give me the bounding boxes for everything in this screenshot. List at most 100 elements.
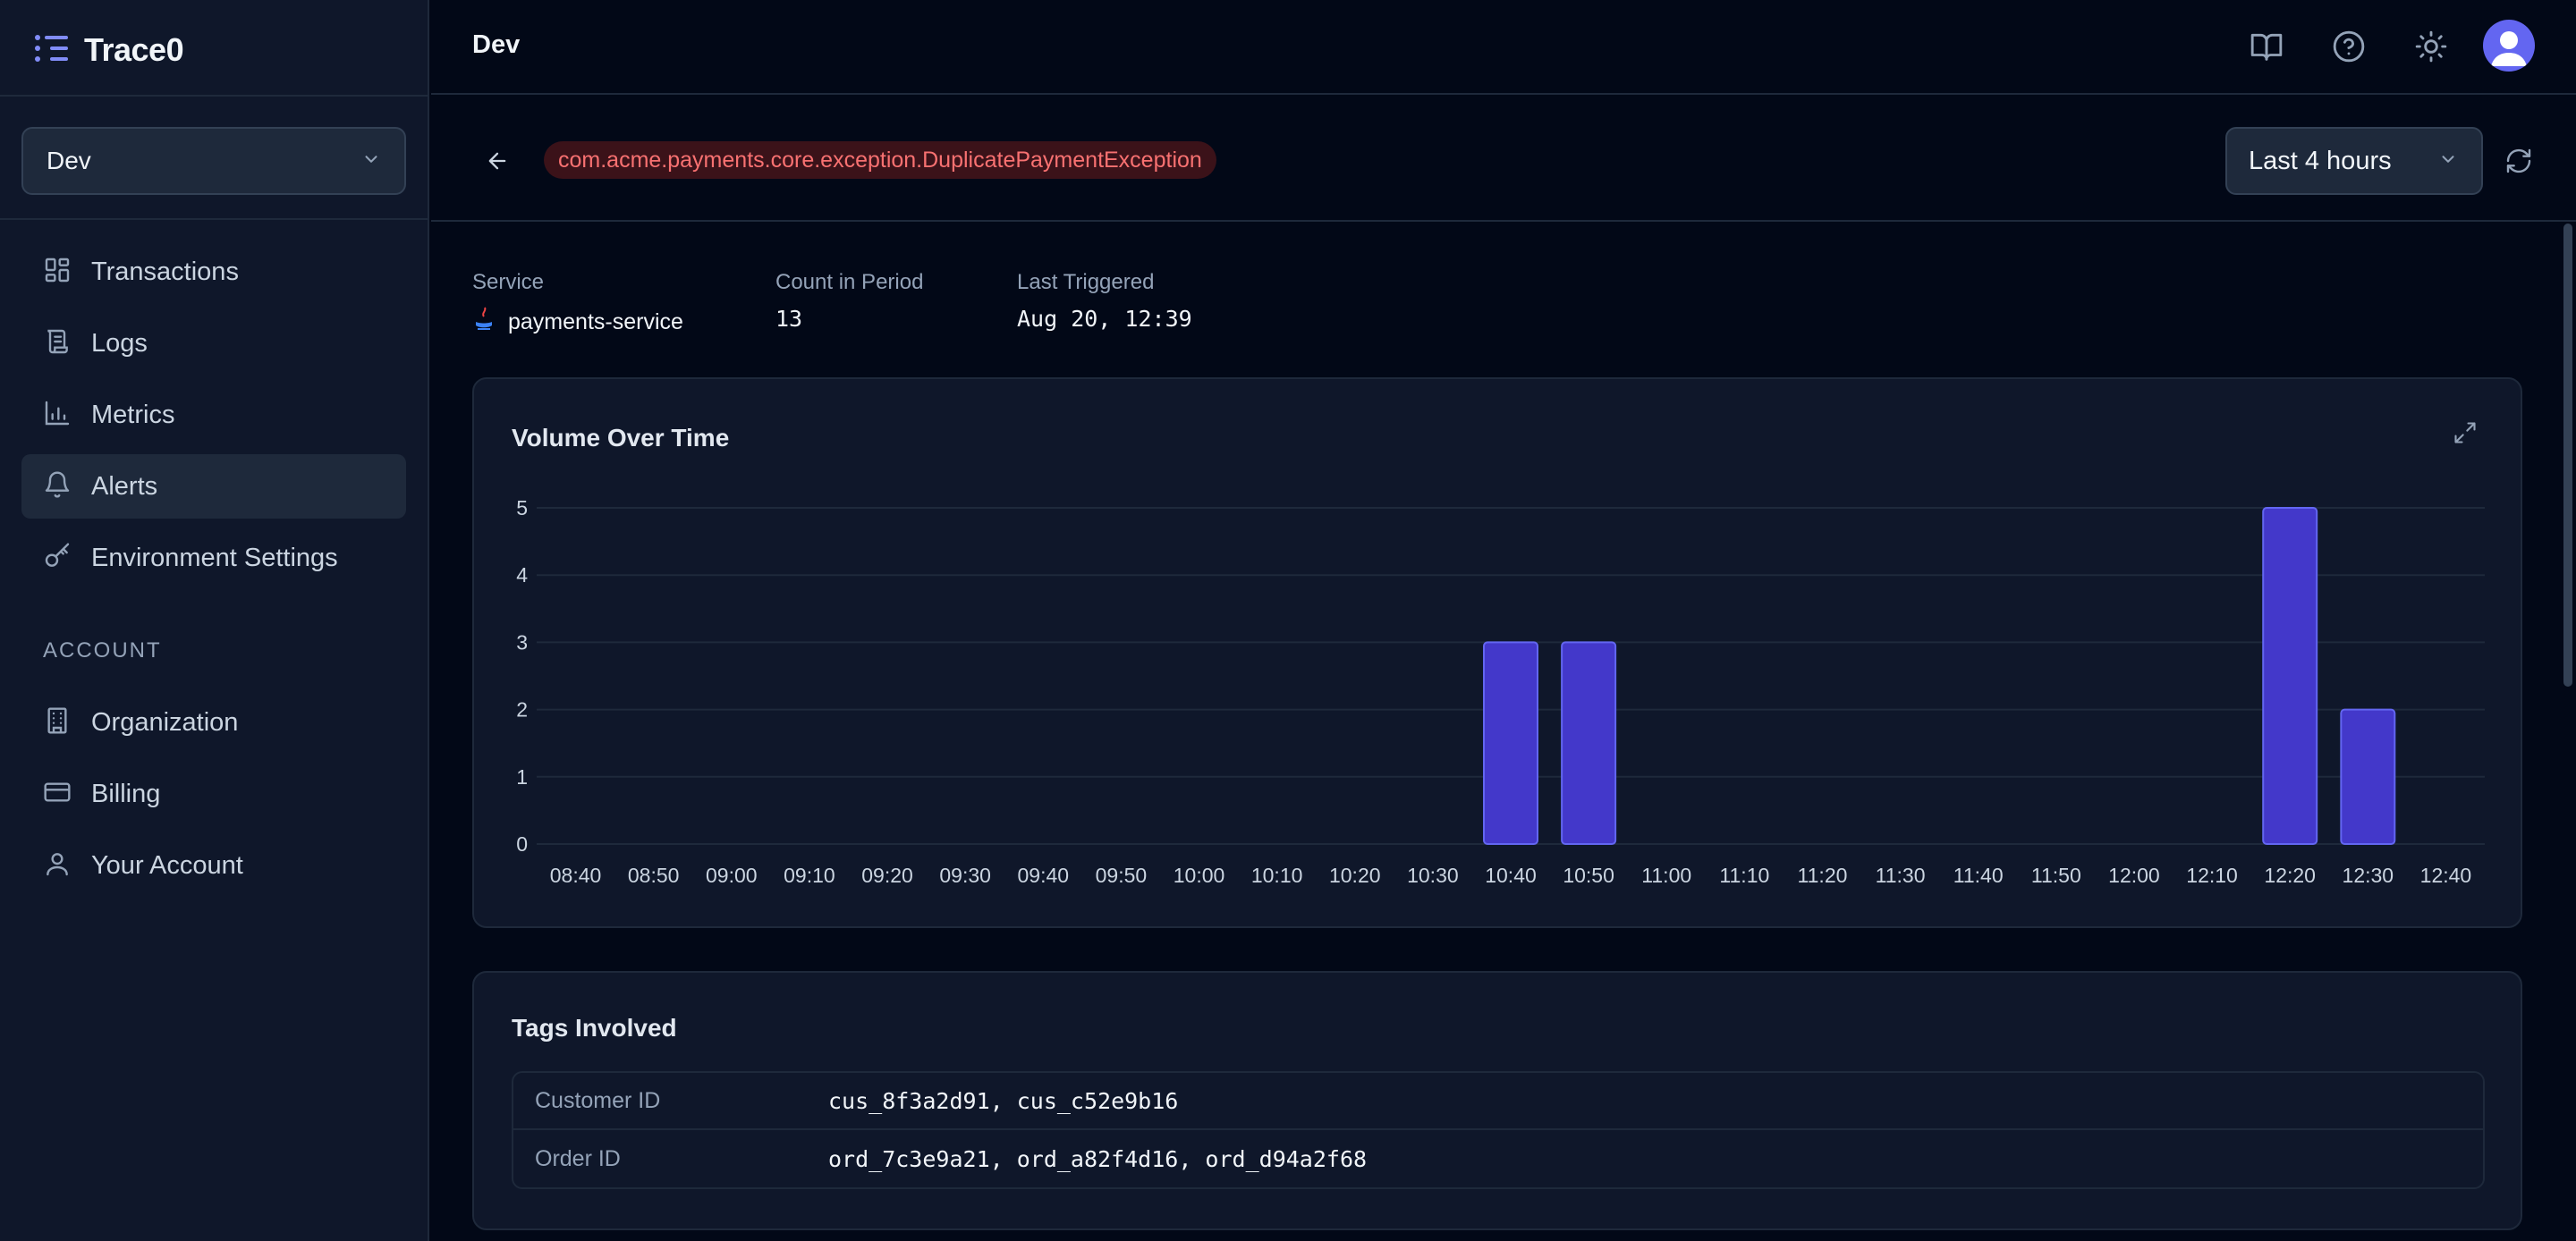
x-tick-label: 09:50 xyxy=(1096,864,1148,887)
credit-card-icon xyxy=(43,778,72,811)
x-tick-label: 09:30 xyxy=(939,864,991,887)
sidebar-item-transactions[interactable]: Transactions xyxy=(21,240,406,304)
divider xyxy=(0,95,429,97)
sidebar-item-label: Your Account xyxy=(91,850,243,880)
sidebar-item-alerts[interactable]: Alerts xyxy=(21,454,406,519)
service-label: Service xyxy=(472,270,545,294)
last-triggered-value: Aug 20, 12:39 xyxy=(1017,306,1192,332)
chart-bar[interactable] xyxy=(1483,641,1538,845)
back-arrow-icon[interactable] xyxy=(479,143,515,179)
brand[interactable]: Trace0 xyxy=(34,29,184,72)
tags-table: Customer ID cus_8f3a2d91, cus_c52e9b16 O… xyxy=(512,1071,2485,1189)
chevron-down-icon xyxy=(361,149,381,173)
sidebar-item-label: Organization xyxy=(91,707,239,737)
tags-card: Tags Involved Customer ID cus_8f3a2d91, … xyxy=(472,971,2522,1230)
sidebar-item-organization[interactable]: Organization xyxy=(21,690,406,755)
user-icon xyxy=(43,849,72,882)
table-row: Order ID ord_7c3e9a21, ord_a82f4d16, ord… xyxy=(513,1130,2483,1187)
x-tick-label: 10:20 xyxy=(1329,864,1381,887)
detail-toolbar: com.acme.payments.core.exception.Duplica… xyxy=(431,97,2576,222)
account-nav: Organization Billing Your Account xyxy=(21,690,406,905)
x-tick-label: 12:40 xyxy=(2420,864,2472,887)
x-tick-label: 12:10 xyxy=(2186,864,2238,887)
account-section-label: ACCOUNT xyxy=(43,638,162,663)
volume-chart-card: Volume Over Time 0 1 2 3 4 5 08:40 08:50 09:00 09… xyxy=(472,377,2522,928)
x-tick-label: 10:10 xyxy=(1251,864,1303,887)
chevron-down-icon xyxy=(2438,147,2458,176)
y-tick-label: 4 xyxy=(516,563,528,587)
avatar[interactable] xyxy=(2483,20,2535,72)
x-tick-label: 08:40 xyxy=(550,864,602,887)
tag-key: Order ID xyxy=(535,1145,621,1171)
last-triggered-field: Last Triggered Aug 20, 12:39 xyxy=(1017,270,1192,332)
tag-key: Customer ID xyxy=(535,1087,661,1113)
x-tick-label: 11:40 xyxy=(1953,864,2004,887)
x-tick-label: 11:50 xyxy=(2031,864,2081,887)
service-value: payments-service xyxy=(508,309,683,334)
tag-value: ord_7c3e9a21, ord_a82f4d16, ord_d94a2f68 xyxy=(828,1145,1368,1172)
y-tick-label: 2 xyxy=(516,698,528,722)
sidebar-item-label: Alerts xyxy=(91,471,158,501)
refresh-icon[interactable] xyxy=(2499,141,2538,181)
y-tick-label: 1 xyxy=(516,765,528,789)
x-tick-label: 11:00 xyxy=(1641,864,1691,887)
environment-select-value: Dev xyxy=(47,147,91,174)
chart-bar[interactable] xyxy=(2262,507,2318,845)
help-icon[interactable] xyxy=(2329,27,2368,66)
time-range-select[interactable]: Last 4 hours xyxy=(2225,127,2483,195)
x-tick-label: 12:20 xyxy=(2264,864,2316,887)
x-tick-label: 10:30 xyxy=(1407,864,1459,887)
bell-icon xyxy=(43,470,72,503)
divider xyxy=(0,218,429,220)
service-field: Service payments-service xyxy=(472,270,683,339)
tag-value: cus_8f3a2d91, cus_c52e9b16 xyxy=(828,1087,1179,1114)
sidebar-item-billing[interactable]: Billing xyxy=(21,762,406,826)
sidebar-item-environment-settings[interactable]: Environment Settings xyxy=(21,526,406,590)
app-name: Trace0 xyxy=(84,31,184,68)
environment-select[interactable]: Dev xyxy=(21,127,406,195)
count-value: 13 xyxy=(775,306,803,332)
sidebar-item-label: Billing xyxy=(91,779,161,808)
chart-bar[interactable] xyxy=(1561,641,1617,845)
dashboard-icon xyxy=(43,256,72,289)
sun-icon[interactable] xyxy=(2411,27,2451,66)
page-title: Dev xyxy=(472,30,521,59)
last-triggered-label: Last Triggered xyxy=(1017,270,1155,294)
scrollbar-thumb[interactable] xyxy=(2563,224,2572,687)
x-tick-label: 11:10 xyxy=(1719,864,1769,887)
sidebar-item-label: Logs xyxy=(91,328,148,358)
sidebar-item-metrics[interactable]: Metrics xyxy=(21,383,406,447)
y-tick-label: 3 xyxy=(516,630,528,654)
volume-bar-chart: 0 1 2 3 4 5 08:40 08:50 09:00 09:10 09:20 09:30 09:4… xyxy=(516,496,2485,887)
x-tick-label: 10:40 xyxy=(1485,864,1537,887)
bar-chart-icon xyxy=(43,399,72,432)
exception-badge: com.acme.payments.core.exception.Duplica… xyxy=(544,141,1216,179)
x-tick-label: 09:40 xyxy=(1017,864,1069,887)
building-icon xyxy=(43,706,72,739)
x-tick-label: 12:00 xyxy=(2108,864,2160,887)
x-tick-label: 08:50 xyxy=(628,864,680,887)
sidebar-item-label: Environment Settings xyxy=(91,543,338,572)
count-label: Count in Period xyxy=(775,270,924,294)
main-nav: Transactions Logs Metrics Alerts Environ… xyxy=(21,240,406,597)
time-range-value: Last 4 hours xyxy=(2249,146,2392,175)
x-tick-label: 10:00 xyxy=(1174,864,1225,887)
sidebar-item-label: Metrics xyxy=(91,400,175,429)
count-field: Count in Period 13 xyxy=(775,270,923,332)
x-tick-label: 09:10 xyxy=(784,864,835,887)
y-tick-label: 5 xyxy=(516,496,528,519)
key-icon xyxy=(43,542,72,575)
x-tick-label: 10:50 xyxy=(1563,864,1614,887)
java-icon xyxy=(472,306,496,339)
book-icon[interactable] xyxy=(2247,27,2286,66)
chart-bar[interactable] xyxy=(2340,708,2396,845)
x-tick-label: 11:20 xyxy=(1798,864,1848,887)
scroll-icon xyxy=(43,327,72,360)
x-tick-label: 12:30 xyxy=(2343,864,2394,887)
sidebar-item-your-account[interactable]: Your Account xyxy=(21,833,406,898)
sidebar-item-label: Transactions xyxy=(91,257,239,286)
list-logo-icon xyxy=(34,32,70,69)
y-tick-label: 0 xyxy=(516,832,528,856)
table-row: Customer ID cus_8f3a2d91, cus_c52e9b16 xyxy=(513,1073,2483,1130)
sidebar-item-logs[interactable]: Logs xyxy=(21,311,406,376)
